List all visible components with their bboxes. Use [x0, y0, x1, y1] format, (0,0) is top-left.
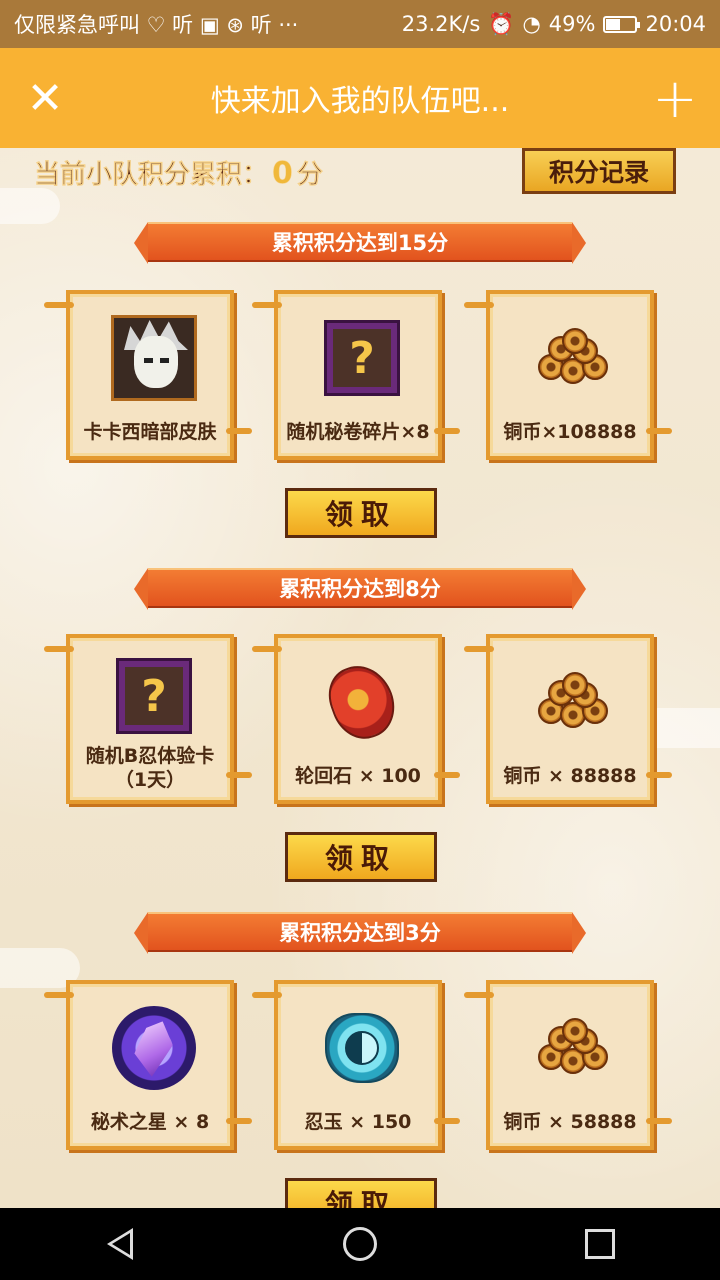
- network-speed: 23.2K/s: [401, 12, 481, 36]
- claim-button[interactable]: 领取: [285, 1178, 437, 1208]
- reward-label: 铜币 × 58888: [503, 1111, 637, 1133]
- system-nav-bar: [0, 1208, 720, 1280]
- recents-icon: [585, 1229, 615, 1259]
- masked-ninja-icon: [111, 315, 197, 401]
- coins-icon: [534, 328, 614, 388]
- team-score-label: 当前小队积分累积：: [34, 160, 269, 191]
- recents-button[interactable]: [540, 1208, 660, 1280]
- reward-label: 随机B忍体验卡（1天）: [85, 745, 215, 791]
- alarm-icon: ⏰: [488, 11, 515, 36]
- top-bar: ✕ 快来加入我的队伍吧... +: [0, 48, 720, 148]
- status-bar: 仅限紧急呼叫 ♡ 听 ▣ ⊛ 听 ··· 23.2K/s ⏰ ◔ 49% 20:…: [0, 0, 720, 48]
- team-score-value: 0: [272, 156, 293, 192]
- reward-label: 秘术之星 × 8: [90, 1111, 210, 1133]
- reward-card: 卡卡西暗部皮肤: [44, 290, 252, 460]
- team-score-unit: 分: [296, 160, 324, 191]
- rewards-panel: 当前小队积分累积： 0 分 积分记录 累积积分达到15分 卡卡西暗部皮肤 ? 随机秘…: [0, 148, 720, 1208]
- section-header: 累积积分达到8分: [134, 568, 586, 610]
- status-left-text: 仅限紧急呼叫 ♡ 听 ▣ ⊛ 听 ···: [14, 13, 299, 37]
- reward-card: 秘术之星 × 8: [44, 980, 252, 1150]
- reward-label: 忍玉 × 150: [304, 1111, 412, 1133]
- wifi-icon: ◔: [522, 12, 541, 36]
- team-score: 当前小队积分累积： 0 分: [34, 154, 324, 192]
- reward-card: 铜币 × 88888: [464, 634, 672, 804]
- page-title: 快来加入我的队伍吧...: [210, 84, 510, 119]
- reward-label: 铜币×108888: [503, 421, 637, 443]
- coins-icon: [534, 1018, 614, 1078]
- coins-icon: [534, 672, 614, 732]
- home-button[interactable]: [300, 1208, 420, 1280]
- reward-card: 忍玉 × 150: [252, 980, 460, 1150]
- back-icon: [107, 1228, 133, 1260]
- close-icon[interactable]: ✕: [0, 48, 90, 148]
- score-record-button[interactable]: 积分记录: [522, 148, 676, 194]
- claim-button[interactable]: 领取: [285, 488, 437, 538]
- reward-label: 随机秘卷碎片×8: [286, 421, 430, 443]
- mystery-ninja-card-icon: ?: [116, 658, 192, 734]
- reward-label: 卡卡西暗部皮肤: [83, 421, 217, 443]
- back-button[interactable]: [60, 1208, 180, 1280]
- battery-percent: 49%: [548, 12, 596, 36]
- cloud-decoration: [0, 188, 60, 224]
- home-icon: [343, 1227, 377, 1261]
- reward-label: 铜币 × 88888: [503, 765, 637, 787]
- section-header: 累积积分达到15分: [134, 222, 586, 264]
- reward-card: 铜币 × 58888: [464, 980, 672, 1150]
- battery-icon: [603, 15, 641, 33]
- claim-button[interactable]: 领取: [285, 832, 437, 882]
- section-header: 累积积分达到3分: [134, 912, 586, 954]
- clock: 20:04: [645, 12, 706, 36]
- star-crystal-icon: [112, 1006, 196, 1090]
- plus-icon[interactable]: +: [630, 48, 720, 148]
- reward-label: 轮回石 × 100: [295, 765, 421, 787]
- scroll-fragment-icon: ?: [324, 320, 400, 396]
- reward-card: 轮回石 × 100: [252, 634, 460, 804]
- ninja-jade-icon: [325, 1013, 399, 1083]
- reward-card: 铜币×108888: [464, 290, 672, 460]
- reward-card: ? 随机秘卷碎片×8: [252, 290, 460, 460]
- reward-card: ? 随机B忍体验卡（1天）: [44, 634, 252, 804]
- red-stone-icon: [320, 656, 404, 748]
